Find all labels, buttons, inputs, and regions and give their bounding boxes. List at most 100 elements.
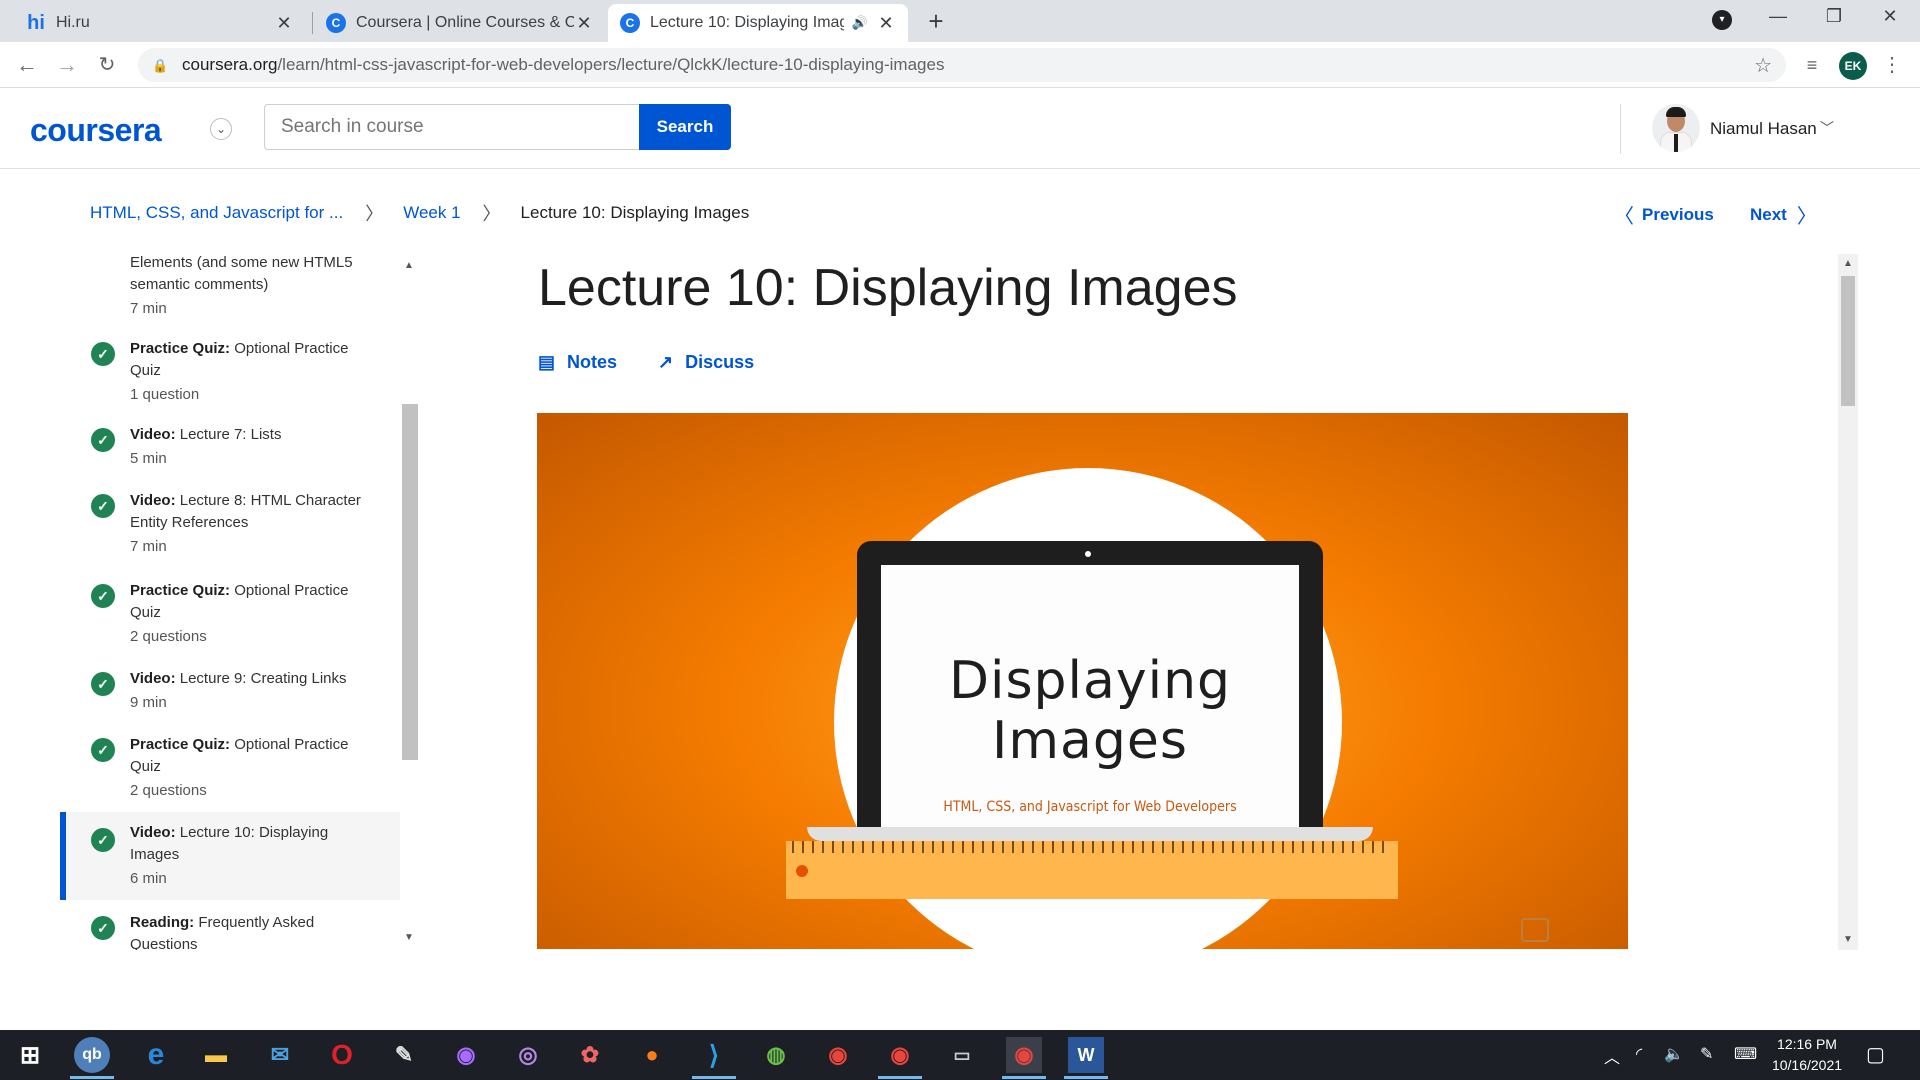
lock-icon[interactable]: 🔒 <box>152 58 168 73</box>
sidebar-item[interactable]: ✓ Practice Quiz: Optional Practice Quiz … <box>60 578 400 658</box>
video-frame-screen: Displaying Images HTML, CSS, and Javascr… <box>881 565 1299 829</box>
coursera-header: coursera ⌄ Search Niamul Hasan ﹀ <box>0 88 1920 169</box>
chevron-down-icon[interactable]: ﹀ <box>1820 118 1834 138</box>
chrome-active-icon[interactable]: ◉ <box>1006 1037 1042 1073</box>
volume-icon[interactable]: 🔈 <box>1664 1044 1684 1064</box>
sidebar-scroll-thumb[interactable] <box>402 404 418 760</box>
opera-icon[interactable]: O <box>324 1037 360 1073</box>
scroll-down-icon[interactable]: ▼ <box>1843 934 1853 945</box>
back-icon[interactable]: ← <box>12 50 42 80</box>
tab-lecture-10[interactable]: C Lecture 10: Displaying Image 🔊 ✕ <box>608 4 908 42</box>
bookmark-star-icon[interactable]: ☆ <box>1754 53 1772 78</box>
globe-icon[interactable]: ◍ <box>758 1037 794 1073</box>
media-control-icon[interactable]: ≡ <box>1798 51 1826 79</box>
file-explorer-icon[interactable]: ▬ <box>198 1037 234 1073</box>
close-tab-icon[interactable]: ✕ <box>876 13 896 34</box>
sidebar-item-meta: 7 min <box>130 538 167 555</box>
sidebar-item[interactable]: ✓ Practice Quiz: Optional Practice Quiz … <box>60 334 400 414</box>
sidebar-item-meta: 5 min <box>130 450 167 467</box>
mail-icon[interactable]: ✉ <box>262 1037 298 1073</box>
header-divider <box>1620 104 1621 154</box>
system-clock[interactable]: 12:16 PM 10/16/2021 <box>1762 1034 1852 1076</box>
check-circle-icon: ✓ <box>91 738 115 762</box>
sidebar-item[interactable]: ✓ Video: Lecture 9: Creating Links 9 min <box>60 666 400 726</box>
url-path: /learn/html-css-javascript-for-web-devel… <box>277 55 945 74</box>
close-tab-icon[interactable]: ✕ <box>274 13 294 34</box>
scroll-up-icon[interactable]: ▲ <box>1843 258 1853 269</box>
chrome-icon[interactable]: ◉ <box>820 1037 856 1073</box>
check-circle-icon: ✓ <box>91 494 115 518</box>
chrome-profile-icon[interactable]: ◉ <box>882 1037 918 1073</box>
word-icon[interactable]: W <box>1068 1037 1104 1073</box>
clock-date: 10/16/2021 <box>1771 1057 1843 1073</box>
edge-icon[interactable]: e <box>138 1037 174 1073</box>
tab-coursera-home[interactable]: C Coursera | Online Courses & Crec ✕ <box>314 4 606 42</box>
breadcrumb-course-link[interactable]: HTML, CSS, and Javascript for ... <box>90 203 343 223</box>
tab-search-icon[interactable]: ▾ <box>1712 10 1732 30</box>
sidebar-item[interactable]: ✓ Video: Lecture 8: HTML Character Entit… <box>60 488 400 568</box>
sidebar-item-label: Practice Quiz: Optional Practice Quiz 1 … <box>130 338 380 406</box>
terminal-icon[interactable]: ▭ <box>944 1037 980 1073</box>
keyboard-icon[interactable]: ⌨ <box>1734 1044 1757 1064</box>
sidebar-item-title: Elements (and some new HTML5 semantic co… <box>130 254 353 293</box>
close-tab-icon[interactable]: ✕ <box>574 13 594 34</box>
profile-avatar[interactable]: EK <box>1839 52 1867 80</box>
sidebar-item-title: Lecture 9: Creating Links <box>179 670 347 687</box>
windows-start-icon[interactable]: ⊞ <box>12 1037 48 1073</box>
main-scroll-thumb[interactable] <box>1841 276 1855 406</box>
chevron-right-icon: 〉 <box>365 204 384 224</box>
tab-title: Lecture 10: Displaying Image <box>650 14 844 31</box>
search-input[interactable] <box>264 104 640 150</box>
coursera-logo[interactable]: coursera <box>30 112 162 149</box>
minimize-button[interactable]: — <box>1758 6 1798 34</box>
paint-icon[interactable]: ✿ <box>572 1037 608 1073</box>
page-title: Lecture 10: Displaying Images <box>538 259 1238 317</box>
chevron-down-icon[interactable]: ⌄ <box>210 118 232 140</box>
close-window-button[interactable]: ✕ <box>1870 6 1910 34</box>
previous-button[interactable]: 〈 Previous <box>1614 200 1714 229</box>
qbittorrent-icon[interactable]: qb <box>74 1037 110 1073</box>
sidebar-item[interactable]: ✓ Video: Lecture 7: Lists 5 min <box>60 422 400 482</box>
video-screen-subtitle: HTML, CSS, and Javascript for Web Develo… <box>943 799 1237 815</box>
scroll-up-icon[interactable]: ▲ <box>404 260 414 271</box>
user-name[interactable]: Niamul Hasan <box>1710 119 1817 139</box>
search-button[interactable]: Search <box>639 104 731 150</box>
wifi-icon[interactable]: ◜ <box>1636 1044 1642 1064</box>
address-bar[interactable]: 🔒 coursera.org/learn/html-css-javascript… <box>138 48 1786 82</box>
restore-button[interactable]: ❐ <box>1814 6 1854 34</box>
tray-chevron-icon[interactable]: ︿ <box>1604 1044 1620 1068</box>
discuss-button[interactable]: ↗ Discuss <box>658 352 754 373</box>
vscode-icon[interactable]: ⟩ <box>696 1037 732 1073</box>
notifications-icon[interactable]: ▢ <box>1866 1042 1885 1067</box>
sidebar-item-label: Video: Lecture 10: Displaying Images 6 m… <box>130 822 380 890</box>
audio-playing-icon[interactable]: 🔊 <box>852 15 868 31</box>
pen-icon[interactable]: ✎ <box>1700 1044 1713 1064</box>
notes-button[interactable]: ▤ Notes <box>538 352 617 373</box>
user-avatar[interactable] <box>1652 104 1700 152</box>
check-circle-icon: ✓ <box>91 916 115 940</box>
main-scrollbar[interactable]: ▲ ▼ <box>1838 254 1858 950</box>
scroll-down-icon[interactable]: ▼ <box>404 932 414 943</box>
external-link-icon: ↗ <box>658 352 674 372</box>
tab-hi-ru[interactable]: hi Hi.ru ✕ <box>14 4 306 42</box>
next-button[interactable]: Next 〉 <box>1750 200 1817 229</box>
messenger-icon[interactable]: ◉ <box>448 1037 484 1073</box>
github-icon[interactable]: ◎ <box>510 1037 546 1073</box>
breadcrumb-week-link[interactable]: Week 1 <box>403 203 460 223</box>
sidebar-item[interactable]: ✓ Reading: Frequently Asked Questions <box>60 910 400 950</box>
reload-icon[interactable]: ↻ <box>92 50 122 80</box>
sidebar-item[interactable]: Elements (and some new HTML5 semantic co… <box>60 254 400 318</box>
sidebar-item-meta: 6 min <box>130 870 167 887</box>
video-player[interactable]: Displaying Images HTML, CSS, and Javascr… <box>537 413 1628 949</box>
inkscape-icon[interactable]: ✎ <box>386 1037 422 1073</box>
sidebar-scrollbar[interactable]: ▲ ▼ <box>400 254 420 950</box>
browser-toolbar: ← → ↻ 🔒 coursera.org/learn/html-css-java… <box>0 42 1920 88</box>
firefox-icon[interactable]: ● <box>634 1037 670 1073</box>
sidebar-item-active[interactable]: ✓ Video: Lecture 10: Displaying Images 6… <box>60 812 400 900</box>
browser-menu-icon[interactable]: ⋮ <box>1878 51 1906 79</box>
sidebar-item[interactable]: ✓ Practice Quiz: Optional Practice Quiz … <box>60 732 400 812</box>
forward-icon[interactable]: → <box>52 50 82 80</box>
new-tab-button[interactable]: + <box>922 8 950 36</box>
sidebar-item-type: Video: <box>130 824 176 841</box>
check-circle-icon: ✓ <box>91 584 115 608</box>
